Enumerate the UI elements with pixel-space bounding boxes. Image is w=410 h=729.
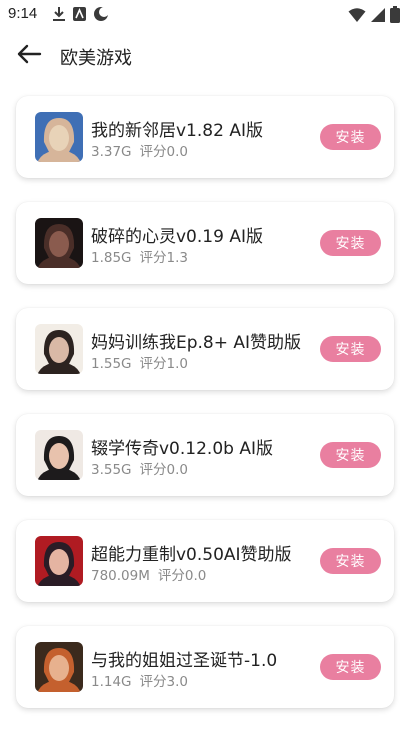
game-meta: 1.14G 评分3.0 xyxy=(91,670,188,690)
game-meta: 780.09M 评分0.0 xyxy=(91,564,206,584)
game-meta: 1.55G 评分1.0 xyxy=(91,352,188,372)
status-time: 9:14 xyxy=(8,5,38,22)
game-size: 3.55G xyxy=(91,462,132,478)
game-title[interactable]: 超能力重制v0.50AI赞助版 xyxy=(91,540,316,565)
game-title[interactable]: 辍学传奇v0.12.0b AI版 xyxy=(91,434,316,459)
moon-icon xyxy=(93,6,109,26)
arrow-left-icon xyxy=(16,44,42,68)
game-rating: 评分1.0 xyxy=(139,356,189,372)
game-thumbnail[interactable] xyxy=(35,430,83,480)
game-card[interactable]: 妈妈训练我Ep.8+ AI赞助版 1.55G 评分1.0 安装 xyxy=(16,308,394,390)
game-rating: 评分1.3 xyxy=(139,250,189,266)
game-meta: 3.55G 评分0.0 xyxy=(91,458,188,478)
game-title[interactable]: 破碎的心灵v0.19 AI版 xyxy=(91,222,316,247)
game-card[interactable]: 破碎的心灵v0.19 AI版 1.85G 评分1.3 安装 xyxy=(16,202,394,284)
app-notification-icon xyxy=(72,6,87,26)
game-card[interactable]: 辍学传奇v0.12.0b AI版 3.55G 评分0.0 安装 xyxy=(16,414,394,496)
app-bar: 欧美游戏 xyxy=(0,30,410,82)
game-meta: 3.37G 评分0.0 xyxy=(91,140,188,160)
battery-icon xyxy=(390,6,400,27)
install-button[interactable]: 安装 xyxy=(320,230,381,256)
game-size: 780.09M xyxy=(91,568,150,584)
game-title[interactable]: 我的新邻居v1.82 AI版 xyxy=(91,116,316,141)
install-button[interactable]: 安装 xyxy=(320,336,381,362)
back-button[interactable] xyxy=(12,42,46,70)
game-title[interactable]: 妈妈训练我Ep.8+ AI赞助版 xyxy=(91,328,316,353)
status-right-icons xyxy=(348,6,400,27)
download-icon xyxy=(52,6,66,26)
page-title: 欧美游戏 xyxy=(60,48,132,69)
game-size: 1.14G xyxy=(91,674,132,690)
game-thumbnail[interactable] xyxy=(35,536,83,586)
game-meta: 1.85G 评分1.3 xyxy=(91,246,188,266)
game-size: 3.37G xyxy=(91,144,132,160)
game-rating: 评分3.0 xyxy=(139,674,189,690)
install-button[interactable]: 安装 xyxy=(320,654,381,680)
install-button[interactable]: 安装 xyxy=(320,124,381,150)
game-rating: 评分0.0 xyxy=(139,144,189,160)
game-rating: 评分0.0 xyxy=(157,568,207,584)
game-card[interactable]: 我的新邻居v1.82 AI版 3.37G 评分0.0 安装 xyxy=(16,96,394,178)
status-left-icons xyxy=(52,6,109,26)
install-button[interactable]: 安装 xyxy=(320,442,381,468)
game-card[interactable]: 与我的姐姐过圣诞节-1.0 1.14G 评分3.0 安装 xyxy=(16,626,394,708)
game-thumbnail[interactable] xyxy=(35,642,83,692)
game-thumbnail[interactable] xyxy=(35,112,83,162)
wifi-icon xyxy=(348,7,366,27)
signal-icon xyxy=(370,7,386,27)
game-card[interactable]: 超能力重制v0.50AI赞助版 780.09M 评分0.0 安装 xyxy=(16,520,394,602)
install-button[interactable]: 安装 xyxy=(320,548,381,574)
game-title[interactable]: 与我的姐姐过圣诞节-1.0 xyxy=(91,646,316,671)
game-size: 1.85G xyxy=(91,250,132,266)
game-size: 1.55G xyxy=(91,356,132,372)
game-rating: 评分0.0 xyxy=(139,462,189,478)
status-bar: 9:14 xyxy=(0,0,410,30)
game-thumbnail[interactable] xyxy=(35,324,83,374)
game-thumbnail[interactable] xyxy=(35,218,83,268)
